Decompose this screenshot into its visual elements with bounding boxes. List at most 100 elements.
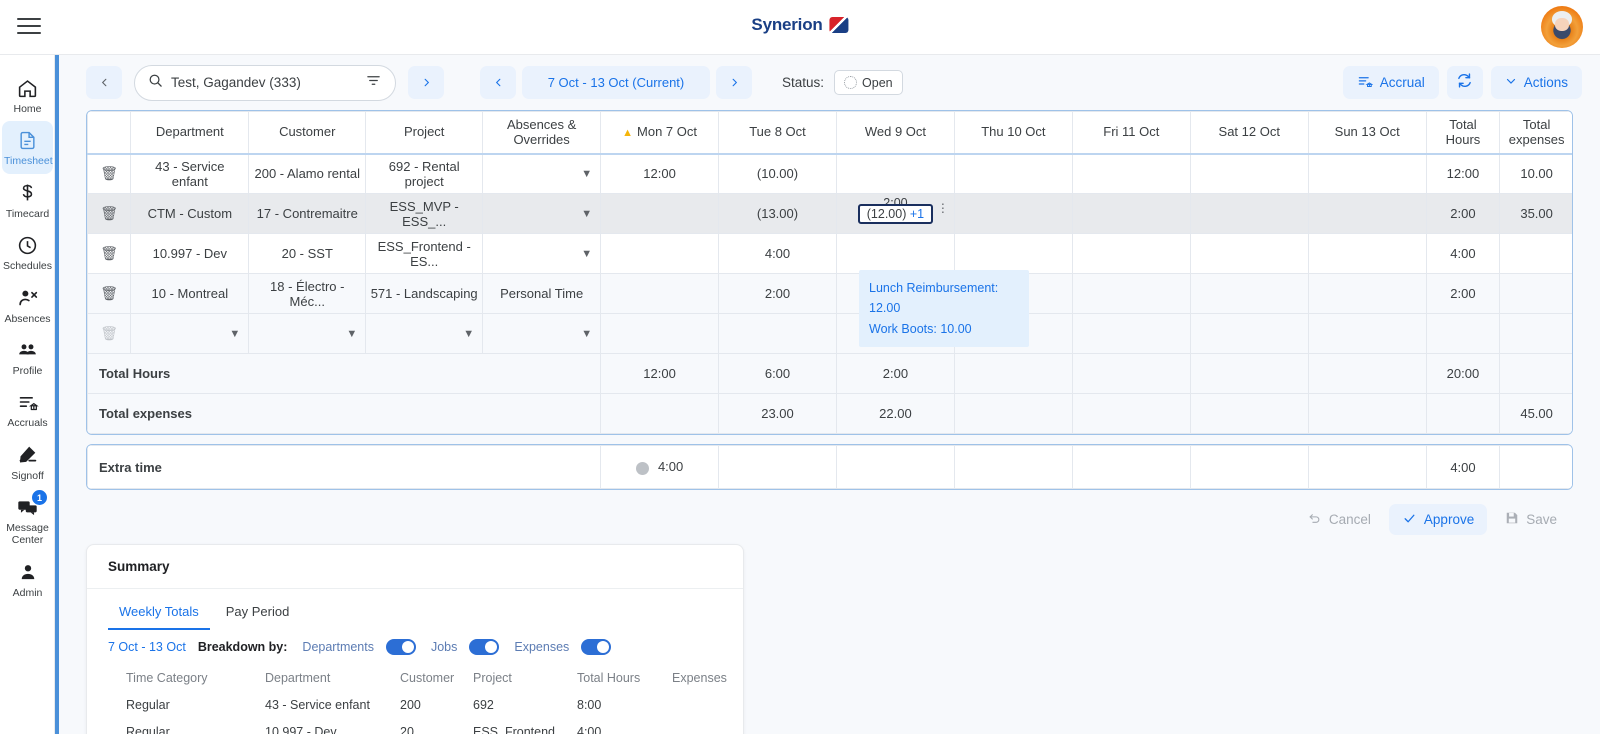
sidebar-item-timesheet[interactable]: Timesheet — [2, 121, 53, 174]
extra-time-sun[interactable] — [1307, 445, 1427, 489]
status-badge[interactable]: Open — [834, 70, 903, 95]
cell-sun[interactable] — [1307, 313, 1427, 354]
column-header-sat[interactable]: Sat 12 Oct — [1189, 111, 1309, 155]
row-delete-cell[interactable]: 🗑 — [87, 153, 132, 194]
cell-wed[interactable] — [835, 233, 955, 274]
prev-period-button[interactable] — [480, 66, 516, 99]
cell-customer[interactable]: 20 - SST — [248, 233, 367, 274]
sidebar-item-absences[interactable]: Absences — [0, 279, 55, 331]
row-delete-cell[interactable]: 🗑 — [87, 193, 132, 234]
filter-icon[interactable] — [365, 73, 382, 93]
sidebar-item-timecard[interactable]: Timecard — [0, 174, 55, 226]
cell-thu[interactable] — [953, 193, 1073, 234]
table-row-empty[interactable]: 🗑 ▼ ▼ ▼ ▼ — [87, 313, 1572, 354]
employee-search-box[interactable] — [134, 64, 396, 101]
tab-weekly-totals[interactable]: Weekly Totals — [108, 598, 210, 630]
cell-thu[interactable] — [953, 233, 1073, 274]
table-row[interactable]: 🗑 43 - Service enfant 200 - Alamo rental… — [87, 153, 1572, 194]
trash-icon[interactable]: 🗑 — [100, 165, 118, 181]
cell-project[interactable]: 571 - Landscaping — [365, 273, 484, 314]
table-row[interactable]: 🗑 10.997 - Dev 20 - SST ESS_Frontend - E… — [87, 233, 1572, 274]
refresh-button[interactable] — [1446, 66, 1483, 99]
column-header-project[interactable]: Project — [365, 111, 484, 155]
column-header-fri[interactable]: Fri 11 Oct — [1071, 111, 1191, 155]
cell-sat[interactable] — [1189, 233, 1309, 274]
column-header-department[interactable]: Department — [130, 111, 250, 155]
approve-button[interactable]: Approve — [1388, 504, 1488, 535]
row-delete-cell[interactable]: 🗑 — [87, 233, 132, 274]
cell-sun[interactable] — [1307, 193, 1427, 234]
column-header-absences-overrides[interactable]: Absences & Overrides — [482, 111, 602, 155]
cell-project[interactable]: ESS_MVP - ESS_... — [365, 193, 484, 234]
cell-tue[interactable]: (13.00) — [718, 193, 837, 234]
cell-sat[interactable] — [1189, 273, 1309, 314]
cell-absences[interactable]: ▼ — [482, 193, 602, 234]
table-row[interactable]: 🗑 CTM - Custom 17 - Contremaitre ESS_MVP… — [87, 193, 1572, 234]
cell-project[interactable]: ESS_Frontend - ES... — [365, 233, 484, 274]
search-input[interactable] — [171, 75, 357, 90]
column-header-customer[interactable]: Customer — [248, 111, 367, 155]
breakdown-toggle-jobs[interactable] — [469, 639, 500, 655]
row-delete-cell[interactable]: 🗑 — [87, 273, 132, 314]
sidebar-item-schedules[interactable]: Schedules — [0, 226, 55, 278]
cell-absences[interactable]: ▼ — [482, 233, 602, 274]
extra-time-wed[interactable] — [836, 445, 955, 489]
cell-customer[interactable]: 17 - Contremaitre — [248, 193, 367, 234]
cell-customer[interactable]: ▼ — [248, 313, 367, 354]
cell-department[interactable]: 43 - Service enfant — [130, 153, 250, 194]
tab-pay-period[interactable]: Pay Period — [215, 598, 301, 630]
column-header-wed[interactable]: Wed 9 Oct — [835, 111, 955, 155]
extra-time-tue[interactable] — [718, 445, 838, 489]
hamburger-menu-icon[interactable] — [17, 16, 41, 36]
chevron-down-icon[interactable]: ▼ — [581, 168, 592, 180]
cell-mon[interactable] — [600, 313, 720, 354]
table-row[interactable]: 🗑 10 - Montreal 18 - Électro - Méc... 57… — [87, 273, 1572, 314]
cell-thu[interactable] — [953, 153, 1073, 194]
extra-time-mon[interactable]: 4:00 — [600, 445, 720, 489]
cell-sun[interactable] — [1307, 153, 1427, 194]
cell-department[interactable]: ▼ — [130, 313, 250, 354]
cell-mon[interactable] — [600, 233, 720, 274]
cell-department[interactable]: 10.997 - Dev — [130, 233, 250, 274]
column-header-mon[interactable]: ▲ Mon 7 Oct — [600, 111, 720, 155]
next-employee-button[interactable] — [408, 66, 444, 99]
cell-fri[interactable] — [1071, 273, 1191, 314]
trash-icon[interactable]: 🗑 — [100, 285, 118, 301]
sidebar-item-signoff[interactable]: Signoff — [0, 436, 55, 488]
user-avatar[interactable] — [1541, 6, 1583, 48]
cell-wed-editor[interactable]: (12.00) +1 — [857, 203, 934, 224]
cell-project[interactable]: 692 - Rental project — [365, 153, 484, 194]
chevron-down-icon[interactable]: ▼ — [229, 328, 240, 340]
column-header-sun[interactable]: Sun 13 Oct — [1307, 111, 1427, 155]
cell-fri[interactable] — [1071, 153, 1191, 194]
cell-tue[interactable]: 2:00 — [718, 273, 837, 314]
cell-tue[interactable] — [718, 313, 837, 354]
cell-department[interactable]: 10 - Montreal — [130, 273, 250, 314]
cell-sat[interactable] — [1189, 153, 1309, 194]
extra-time-thu[interactable] — [953, 445, 1073, 489]
cell-sun[interactable] — [1307, 273, 1427, 314]
cell-mon[interactable] — [600, 273, 720, 314]
cell-absences[interactable]: ▼ — [482, 153, 602, 194]
extra-time-sat[interactable] — [1189, 445, 1309, 489]
cell-tue[interactable]: (10.00) — [718, 153, 837, 194]
kebab-menu-icon[interactable]: ⋮ — [937, 202, 949, 214]
cell-mon[interactable] — [600, 193, 720, 234]
sidebar-item-profile[interactable]: Profile — [0, 331, 55, 383]
cell-fri[interactable] — [1071, 233, 1191, 274]
cell-absences[interactable]: ▼ — [482, 313, 602, 354]
cell-sun[interactable] — [1307, 233, 1427, 274]
cell-wed-selected[interactable]: 2:00 ⋮ (12.00) +1 — [835, 193, 955, 234]
accrual-button[interactable]: Accrual — [1342, 66, 1439, 99]
sidebar-item-accruals[interactable]: Accruals — [0, 383, 55, 435]
cell-department[interactable]: CTM - Custom — [130, 193, 250, 234]
breakdown-toggle-departments[interactable] — [385, 639, 416, 655]
chevron-down-icon[interactable]: ▼ — [581, 248, 592, 260]
cancel-button[interactable]: Cancel — [1294, 504, 1384, 535]
cell-sat[interactable] — [1189, 313, 1309, 354]
trash-icon[interactable]: 🗑 — [100, 245, 118, 261]
cell-sat[interactable] — [1189, 193, 1309, 234]
cell-wed[interactable] — [835, 153, 955, 194]
actions-button[interactable]: Actions — [1490, 66, 1582, 99]
prev-employee-button[interactable] — [86, 66, 122, 99]
